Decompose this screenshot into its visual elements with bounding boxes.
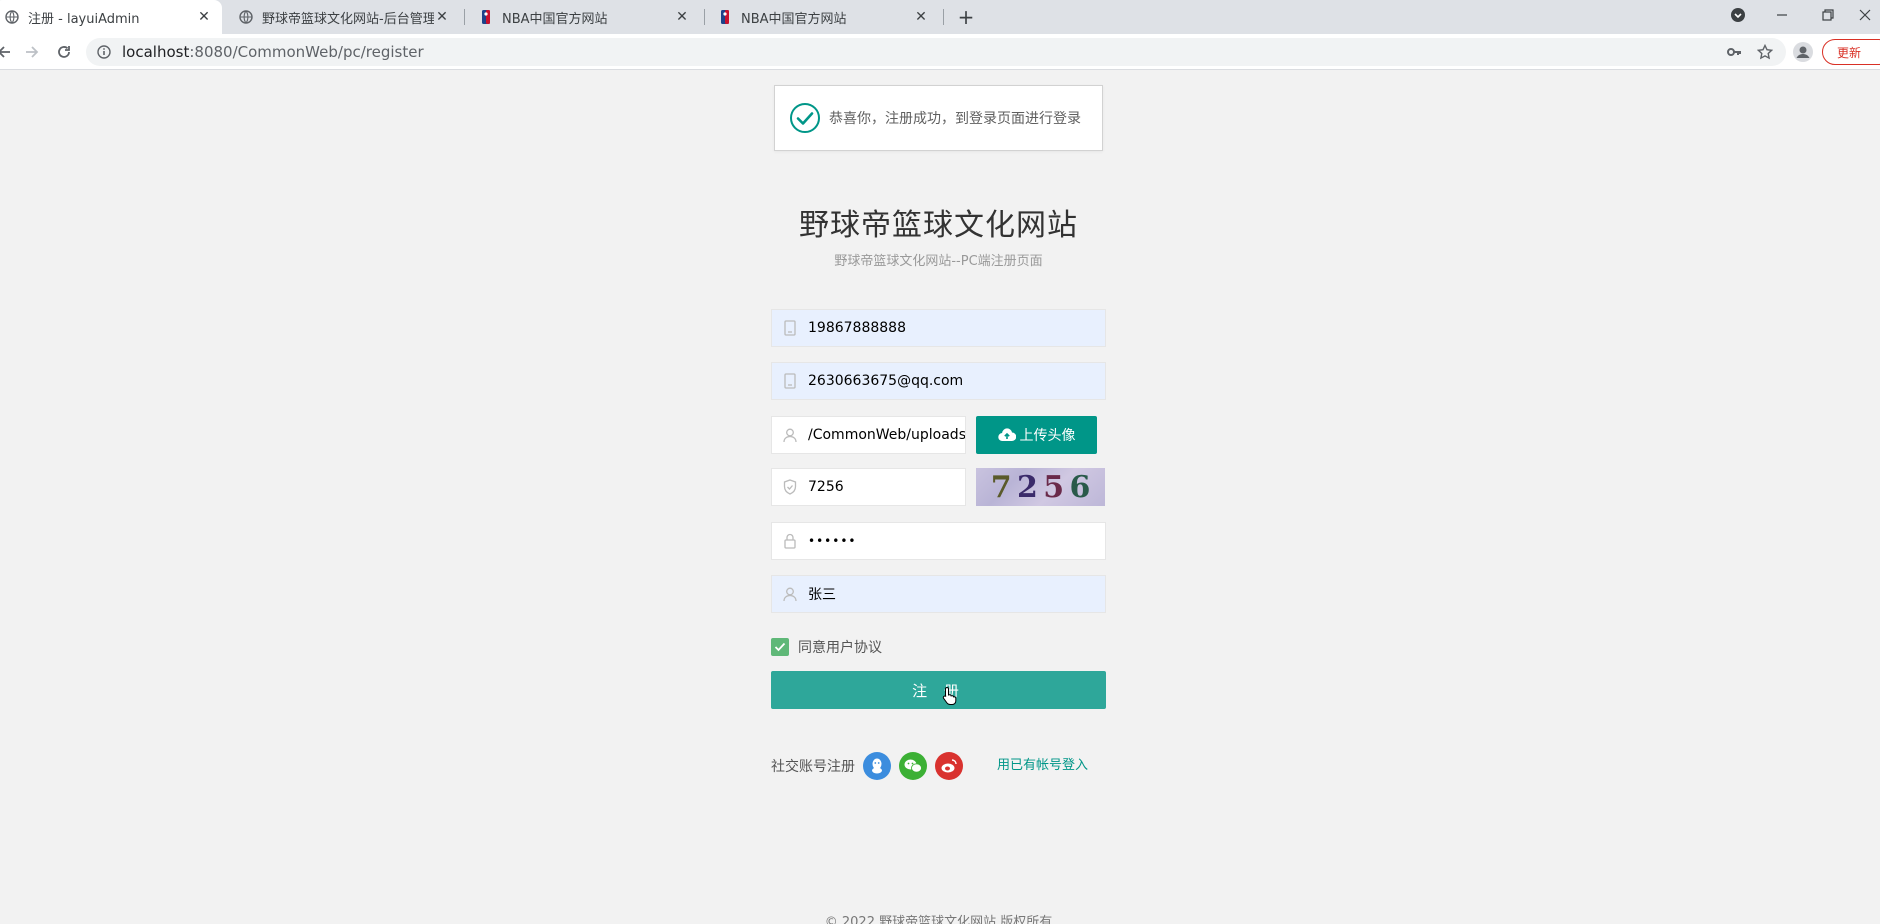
tab-separator [464, 9, 465, 25]
page-title: 野球帝篮球文化网站 [799, 208, 1078, 243]
agree-terms-checkbox[interactable]: 同意用户协议 [771, 637, 882, 657]
captcha-char: 6 [1069, 469, 1091, 505]
social-login-row: 社交账号注册 [771, 752, 971, 780]
browser-toolbar: localhost:8080/CommonWeb/pc/register 更新 [0, 34, 1880, 70]
captcha-char: 2 [1016, 469, 1038, 505]
new-tab-button[interactable]: + [953, 4, 979, 30]
social-label: 社交账号注册 [771, 759, 855, 775]
globe-icon [238, 9, 254, 25]
tab-title: NBA中国官方网站 [741, 11, 847, 27]
phone-value: 19867888888 [808, 320, 906, 336]
restore-icon[interactable] [1808, 0, 1848, 30]
cellphone-icon [772, 363, 808, 399]
globe-icon [4, 9, 20, 25]
browser-tab-strip: 注册 - layuiAdmin ✕ 野球帝篮球文化网站-后台管理系 ✕ NBA中… [0, 0, 1880, 34]
nba-logo-icon [717, 9, 733, 25]
tab-close-icon[interactable]: ✕ [196, 9, 212, 25]
close-window-icon[interactable] [1850, 0, 1880, 30]
register-button[interactable]: 注 册 [771, 671, 1106, 709]
avatar-path-value: /CommonWeb/uploads/16 [808, 427, 965, 443]
lock-icon [772, 523, 808, 559]
captcha-char: 5 [1043, 469, 1065, 505]
captcha-image[interactable]: 7 2 5 6 [976, 468, 1105, 506]
star-icon[interactable] [1755, 42, 1775, 62]
phone-field[interactable]: 19867888888 [771, 309, 1106, 347]
nickname-value: 张三 [808, 587, 836, 603]
tab-title: 注册 - layuiAdmin [28, 11, 140, 27]
nba-logo-icon [478, 9, 494, 25]
tab-close-icon[interactable]: ✕ [913, 9, 929, 25]
weibo-icon[interactable] [935, 752, 963, 780]
back-arrow-icon[interactable] [0, 40, 16, 64]
tab-search-icon[interactable] [1718, 0, 1758, 30]
shield-icon [772, 469, 808, 505]
url-path: :8080/CommonWeb/pc/register [189, 43, 424, 61]
toast-message: 恭喜你，注册成功，到登录页面进行登录 [829, 111, 1081, 127]
profile-avatar-icon[interactable] [1793, 42, 1813, 62]
nickname-field[interactable]: 张三 [771, 575, 1106, 613]
upload-avatar-label: 上传头像 [1019, 428, 1076, 444]
tab-nba-1[interactable]: NBA中国官方网站 ✕ [468, 0, 700, 34]
avatar-path-field[interactable]: /CommonWeb/uploads/16 [771, 416, 966, 454]
reload-icon[interactable] [52, 40, 76, 64]
url-text: localhost:8080/CommonWeb/pc/register [122, 43, 424, 61]
tab-admin[interactable]: 野球帝篮球文化网站-后台管理系 ✕ [228, 0, 460, 34]
address-bar[interactable]: localhost:8080/CommonWeb/pc/register [86, 38, 1786, 66]
cellphone-icon [772, 310, 808, 346]
tab-separator [704, 9, 705, 25]
page-subtitle: 野球帝篮球文化网站--PC端注册页面 [834, 254, 1043, 269]
info-icon[interactable] [96, 44, 112, 60]
user-icon [772, 576, 808, 612]
key-icon[interactable] [1724, 42, 1744, 62]
success-check-icon [790, 103, 820, 133]
password-field[interactable]: •••••• [771, 522, 1106, 560]
tab-close-icon[interactable]: ✕ [434, 9, 450, 25]
agree-terms-label: 同意用户协议 [798, 640, 882, 656]
captcha-field[interactable]: 7256 [771, 468, 966, 506]
tab-close-icon[interactable]: ✕ [674, 9, 690, 25]
tab-nba-2[interactable]: NBA中国官方网站 ✕ [707, 0, 939, 34]
url-host: localhost [122, 43, 190, 61]
forward-arrow-icon[interactable] [20, 40, 44, 64]
tab-register[interactable]: 注册 - layuiAdmin ✕ [0, 0, 222, 34]
success-toast: 恭喜你，注册成功，到登录页面进行登录 [774, 85, 1103, 151]
checkmark-icon[interactable] [771, 638, 789, 656]
user-icon [772, 417, 808, 453]
minimize-icon[interactable] [1762, 0, 1802, 30]
upload-avatar-button[interactable]: 上传头像 [976, 416, 1097, 454]
tab-separator [943, 9, 944, 25]
password-value: •••••• [808, 534, 857, 548]
email-value: 2630663675@qq.com [808, 373, 964, 389]
wechat-icon[interactable] [899, 752, 927, 780]
cloud-upload-icon [997, 428, 1016, 442]
captcha-value: 7256 [808, 479, 844, 495]
update-label: 更新 [1837, 45, 1862, 60]
qq-icon[interactable] [863, 752, 891, 780]
email-field[interactable]: 2630663675@qq.com [771, 362, 1106, 400]
tab-title: NBA中国官方网站 [502, 11, 608, 27]
update-button[interactable]: 更新 [1822, 39, 1880, 65]
login-existing-account-link[interactable]: 用已有帐号登入 [997, 754, 1088, 773]
hand-cursor-icon [942, 686, 957, 705]
copyright-footer: © 2022 野球帝篮球文化网站 版权所有 [824, 915, 1053, 924]
tab-title: 野球帝篮球文化网站-后台管理系 [262, 11, 434, 27]
captcha-char: 7 [990, 469, 1012, 505]
